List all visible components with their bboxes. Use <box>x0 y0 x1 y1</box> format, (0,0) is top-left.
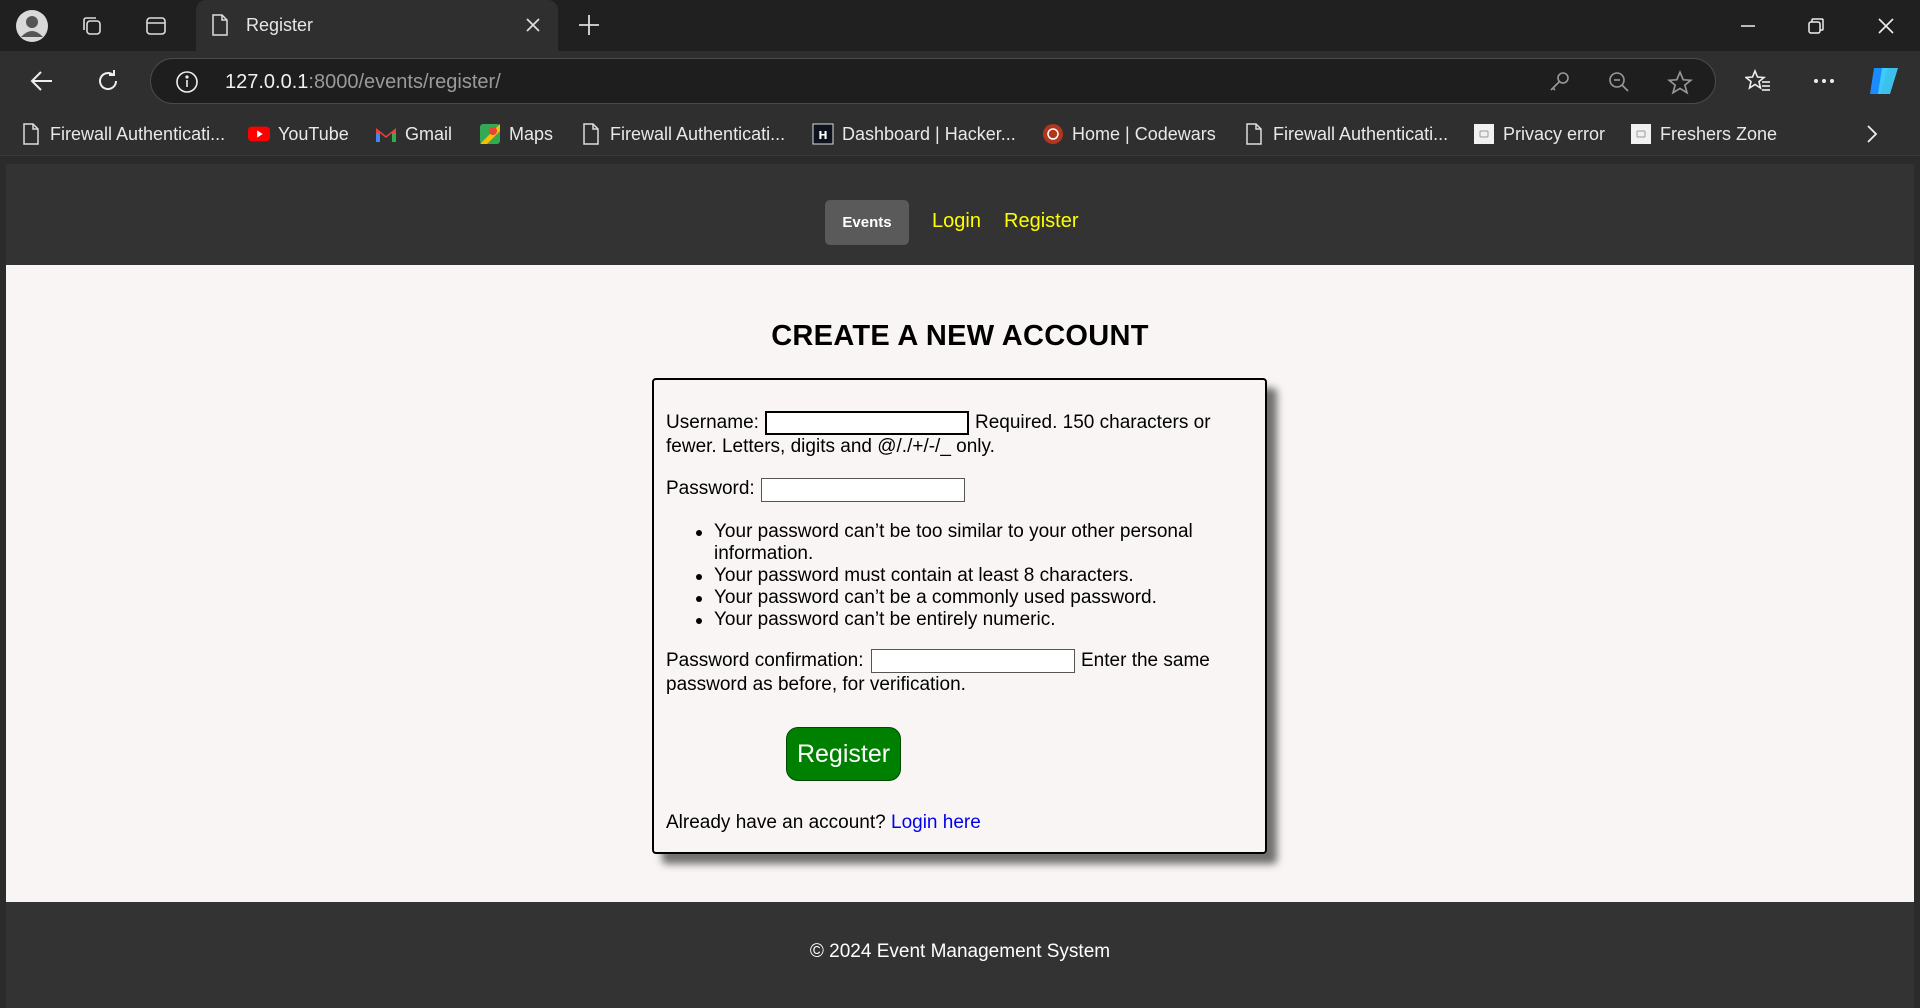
bookmarks-bar: Firewall Authenticati... YouTube Gmail M… <box>0 111 1920 156</box>
site-footer: © 2024 Event Management System <box>6 902 1914 1008</box>
close-window-icon[interactable] <box>1864 8 1908 44</box>
error-page-icon <box>1473 123 1495 145</box>
bookmark-item[interactable]: Gmail <box>375 121 452 147</box>
login-here-link[interactable]: Login here <box>891 812 981 833</box>
page-icon <box>580 123 602 145</box>
minimize-icon[interactable] <box>1726 8 1770 44</box>
nav-register-link[interactable]: Register <box>1004 210 1078 233</box>
list-item: Your password can’t be too similar to yo… <box>696 521 1193 542</box>
tab-title: Register <box>246 15 314 35</box>
favorite-star-icon[interactable] <box>1667 70 1693 101</box>
password-label: Password: <box>666 478 755 499</box>
more-options-icon[interactable] <box>1806 63 1842 99</box>
active-tab[interactable]: Register <box>196 0 558 51</box>
main-content: CREATE A NEW ACCOUNT Username: Required.… <box>6 265 1914 902</box>
bookmark-item[interactable]: Firewall Authenticati... <box>580 121 785 147</box>
footer-text: © 2024 Event Management System <box>809 941 1111 962</box>
confirm-label: Password confirmation: <box>666 650 864 671</box>
site-icon <box>1630 123 1652 145</box>
username-input[interactable] <box>765 411 969 435</box>
svg-text:H: H <box>818 129 827 142</box>
refresh-icon[interactable] <box>90 63 126 99</box>
register-form: Username: Required. 150 characters or fe… <box>652 378 1267 854</box>
bookmark-item[interactable]: H Dashboard | Hacker... <box>812 121 1016 147</box>
youtube-icon <box>248 123 270 145</box>
bookmark-item[interactable]: Freshers Zone <box>1630 121 1777 147</box>
page-title: CREATE A NEW ACCOUNT <box>771 320 1149 352</box>
back-icon[interactable] <box>24 63 60 99</box>
list-item: Your password must contain at least 8 ch… <box>696 565 1193 587</box>
bookmark-item[interactable]: YouTube <box>248 121 349 147</box>
url-text[interactable]: 127.0.0.1:8000/events/register/ <box>225 71 501 94</box>
bookmark-item[interactable]: Home | Codewars <box>1042 121 1216 147</box>
bookmark-item[interactable]: Firewall Authenticati... <box>1243 121 1448 147</box>
username-label: Username: <box>666 412 759 433</box>
codewars-icon <box>1042 123 1064 145</box>
nav-login-link[interactable]: Login <box>932 210 981 233</box>
close-icon[interactable] <box>522 14 544 41</box>
page-icon <box>20 123 42 145</box>
vertical-tabs-icon[interactable] <box>138 8 174 44</box>
gmail-icon <box>375 123 397 145</box>
workspaces-icon[interactable] <box>74 8 110 44</box>
restore-icon[interactable] <box>1794 8 1838 44</box>
bookmark-item[interactable]: Firewall Authenticati... <box>20 121 225 147</box>
password-input[interactable] <box>761 478 965 502</box>
confirm-help-cont: password as before, for verification. <box>666 674 966 695</box>
zoom-out-icon[interactable] <box>1607 70 1631 99</box>
browser-toolbar: 127.0.0.1:8000/events/register/ <box>0 51 1920 111</box>
bookmark-item[interactable]: Maps <box>479 121 553 147</box>
page-icon <box>1243 123 1265 145</box>
list-item-cont: information. <box>714 543 814 564</box>
page-icon <box>210 13 230 42</box>
address-bar[interactable]: 127.0.0.1:8000/events/register/ <box>150 58 1716 104</box>
maps-icon <box>479 123 501 145</box>
hackerrank-icon: H <box>812 123 834 145</box>
tab-bar: Register <box>0 0 1920 51</box>
username-help: Required. 150 characters or <box>975 412 1211 433</box>
have-account-text: Already have an account? <box>666 812 886 833</box>
new-tab-icon[interactable] <box>572 8 606 47</box>
login-prompt: Already have an account? Login here <box>666 810 981 835</box>
register-button[interactable]: Register <box>786 727 901 781</box>
list-item: Your password can’t be a commonly used p… <box>696 587 1193 609</box>
copilot-icon[interactable] <box>1866 63 1902 99</box>
site-header: Events Login Register <box>6 164 1914 265</box>
bookmark-item[interactable]: Privacy error <box>1473 121 1605 147</box>
nav-events-button[interactable]: Events <box>825 200 909 245</box>
site-info-icon[interactable] <box>175 70 199 99</box>
favorites-icon[interactable] <box>1740 63 1776 99</box>
password-key-icon[interactable] <box>1547 70 1571 99</box>
list-item: Your password can’t be entirely numeric. <box>696 609 1193 631</box>
confirm-help: Enter the same <box>1081 650 1210 671</box>
password-confirm-input[interactable] <box>871 649 1075 673</box>
page-viewport: Events Login Register CREATE A NEW ACCOU… <box>6 164 1914 1008</box>
profile-icon[interactable] <box>14 8 50 44</box>
chevron-right-icon[interactable] <box>1862 123 1882 150</box>
username-help-cont: fewer. Letters, digits and @/./+/-/_ onl… <box>666 436 995 457</box>
password-rules: Your password can’t be too similar to yo… <box>696 521 1193 631</box>
